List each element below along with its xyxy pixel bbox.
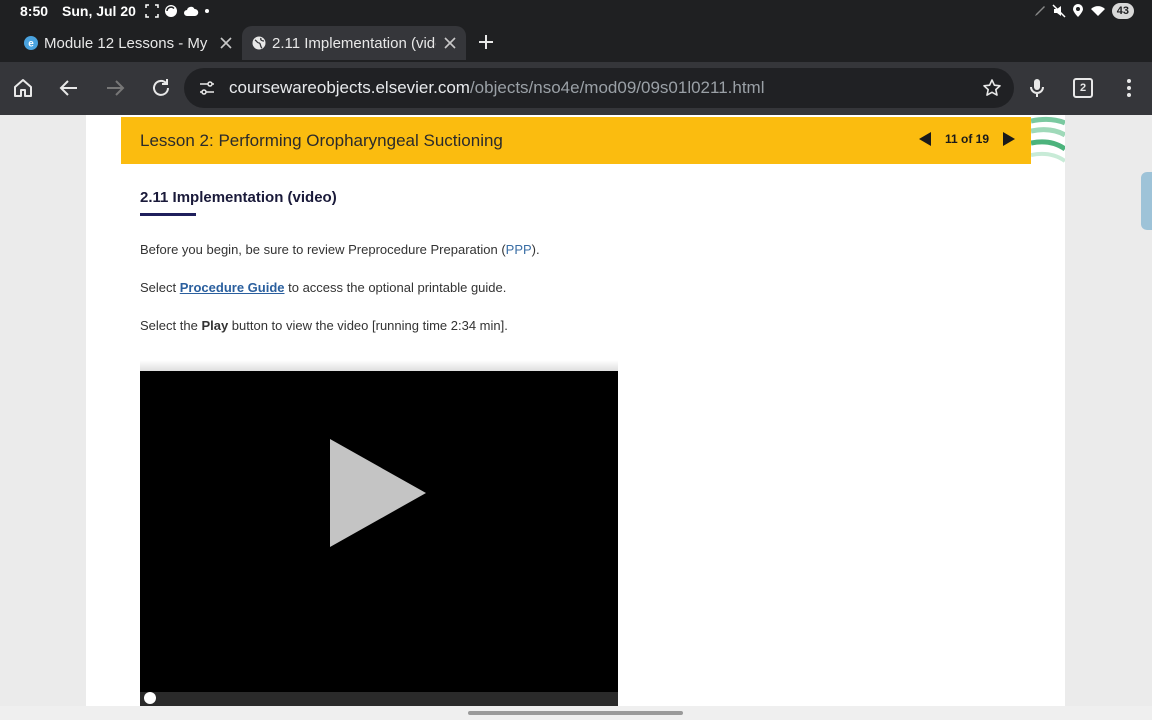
pencil-icon: [1034, 6, 1045, 16]
mute-icon: [1052, 4, 1066, 18]
cloud-icon: [184, 6, 199, 16]
dot-icon: [205, 9, 209, 13]
play-word: Play: [201, 318, 229, 333]
close-tab-icon[interactable]: [218, 35, 234, 51]
arrow-right-icon: [107, 80, 125, 96]
previous-page-icon[interactable]: [917, 131, 933, 147]
wifi-icon: [1090, 6, 1105, 16]
tab-implementation-video[interactable]: 2.11 Implementation (video): [242, 26, 466, 60]
voice-search-button[interactable]: [1024, 75, 1050, 101]
title-underline: [140, 213, 196, 216]
browser-toolbar: coursewareobjects.elsevier.com/objects/n…: [0, 62, 1152, 115]
reload-button[interactable]: [148, 75, 174, 101]
status-bar: 8:50 Sun, Jul 20 43: [0, 0, 1152, 24]
video-controls: [140, 692, 618, 706]
site-settings-icon[interactable]: [198, 79, 216, 97]
more-vert-icon: [1127, 79, 1131, 97]
elsevier-e-icon: e: [24, 36, 38, 50]
tab-switcher-button[interactable]: 2: [1070, 75, 1096, 101]
instruction-review-ppp: Before you begin, be sure to review Prep…: [140, 242, 540, 257]
tab-title: 2.11 Implementation (video): [272, 34, 436, 52]
procedure-guide-link[interactable]: Procedure Guide: [180, 280, 285, 295]
home-button[interactable]: [10, 75, 36, 101]
url-path: /objects/nso4e/mod09/09s01l0211.html: [469, 78, 765, 97]
url-text[interactable]: coursewareobjects.elsevier.com/objects/n…: [229, 78, 765, 98]
video-player[interactable]: [140, 371, 618, 706]
page-indicator: 11 of 19: [944, 132, 989, 146]
tab-strip: e Module 12 Lessons - My 2.11 Implementa…: [0, 24, 1152, 62]
lesson-pager: 11 of 19: [917, 131, 1017, 147]
svg-text:e: e: [28, 39, 34, 50]
sync-icon: [165, 5, 177, 17]
tab-module-12-lessons[interactable]: e Module 12 Lessons - My: [14, 26, 242, 60]
status-date: Sun, Jul 20: [62, 3, 136, 19]
ppp-link[interactable]: PPP: [506, 242, 532, 257]
tab-count: 2: [1073, 78, 1093, 98]
location-icon: [1072, 4, 1083, 17]
screenshot-icon: [145, 4, 159, 18]
video-scrubber[interactable]: [144, 692, 156, 704]
close-tab-icon[interactable]: [442, 35, 458, 51]
play-icon[interactable]: [330, 439, 426, 547]
url-host: coursewareobjects.elsevier.com: [229, 78, 470, 97]
instruction-play-video: Select the Play button to view the video…: [140, 318, 508, 333]
lesson-title: Lesson 2: Performing Oropharyngeal Sucti…: [140, 131, 503, 150]
menu-button[interactable]: [1116, 75, 1142, 101]
battery-level: 43: [1111, 3, 1134, 19]
reload-icon: [153, 79, 169, 96]
new-tab-icon[interactable]: [476, 32, 496, 52]
section-title: 2.11 Implementation (video): [140, 189, 337, 206]
globe-icon: [252, 36, 266, 50]
gesture-bar: [0, 706, 1152, 720]
arrow-left-icon: [59, 80, 77, 96]
decorative-stripes: [1031, 116, 1065, 163]
microphone-icon: [1030, 79, 1044, 97]
instruction-procedure-guide: Select Procedure Guide to access the opt…: [140, 280, 507, 295]
bookmark-star-icon[interactable]: [982, 78, 1002, 98]
home-icon: [14, 79, 32, 97]
back-button[interactable]: [56, 75, 82, 101]
next-page-icon[interactable]: [1001, 131, 1017, 147]
status-time: 8:50: [20, 3, 49, 19]
tab-title: Module 12 Lessons - My: [44, 34, 208, 52]
home-gesture-handle[interactable]: [468, 711, 683, 715]
page-scrollbar[interactable]: [1141, 172, 1152, 230]
forward-button[interactable]: [102, 75, 128, 101]
lesson-header: Lesson 2: Performing Oropharyngeal Sucti…: [121, 117, 1031, 164]
address-bar[interactable]: coursewareobjects.elsevier.com/objects/n…: [184, 68, 1014, 108]
